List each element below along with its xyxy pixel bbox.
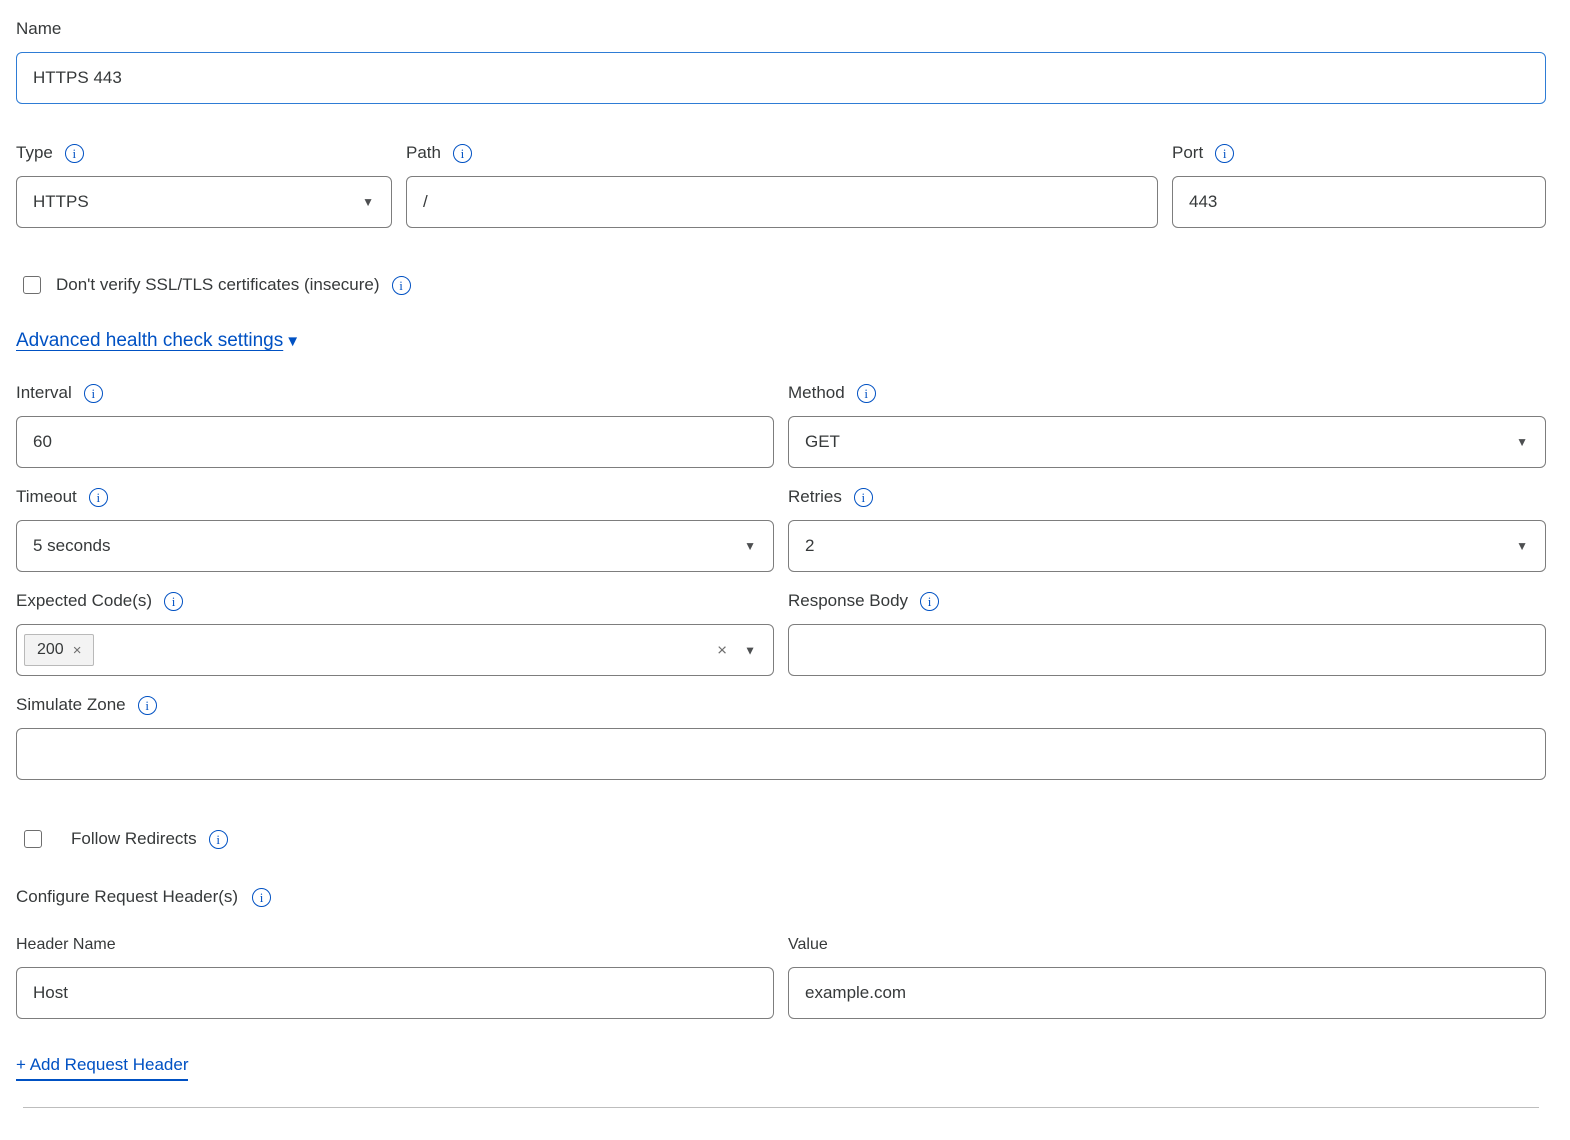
expected-codes-info-icon[interactable]: i	[164, 592, 183, 611]
header-name-label: Header Name	[16, 934, 116, 956]
header-name-input[interactable]	[16, 967, 774, 1019]
health-check-form: Name Type i HTTPS ▼ Path i Port i	[0, 0, 1570, 1140]
response-body-label: Response Body	[788, 590, 908, 612]
type-field: Type i HTTPS ▼	[16, 142, 392, 228]
port-info-icon[interactable]: i	[1215, 144, 1234, 163]
chevron-down-icon: ▼	[1516, 436, 1528, 448]
add-header-row: + Add Request Header	[16, 1055, 1546, 1081]
type-label: Type	[16, 142, 53, 164]
code-tag: 200 ×	[24, 634, 94, 666]
add-request-header-link[interactable]: + Add Request Header	[16, 1055, 188, 1081]
ssl-verify-info-icon[interactable]: i	[392, 276, 411, 295]
timeout-field: Timeout i 5 seconds ▼	[16, 486, 774, 572]
header-value-field: Value	[788, 934, 1546, 1019]
clear-all-icon[interactable]: ×	[717, 642, 727, 659]
path-field: Path i	[406, 142, 1158, 228]
retries-select[interactable]: 2 ▼	[788, 520, 1546, 572]
ssl-verify-label: Don't verify SSL/TLS certificates (insec…	[56, 274, 380, 296]
header-row: Header Name Value	[16, 934, 1546, 1019]
path-input[interactable]	[406, 176, 1158, 228]
method-select-value: GET	[805, 432, 840, 452]
method-info-icon[interactable]: i	[857, 384, 876, 403]
response-body-info-icon[interactable]: i	[920, 592, 939, 611]
path-label: Path	[406, 142, 441, 164]
retries-select-value: 2	[805, 536, 814, 556]
follow-redirects-label: Follow Redirects	[71, 828, 197, 850]
request-headers-title: Configure Request Header(s)	[16, 886, 238, 908]
timeout-retries-row: Timeout i 5 seconds ▼ Retries i 2 ▼	[16, 486, 1546, 572]
interval-input[interactable]	[16, 416, 774, 468]
chevron-down-icon: ▼	[744, 644, 756, 656]
follow-redirects-info-icon[interactable]: i	[209, 830, 228, 849]
method-field: Method i GET ▼	[788, 382, 1546, 468]
request-headers-info-icon[interactable]: i	[252, 888, 271, 907]
header-name-field: Header Name	[16, 934, 774, 1019]
timeout-select[interactable]: 5 seconds ▼	[16, 520, 774, 572]
simulate-zone-field: Simulate Zone i	[16, 694, 1546, 780]
response-body-field: Response Body i	[788, 590, 1546, 676]
port-input[interactable]	[1172, 176, 1546, 228]
interval-info-icon[interactable]: i	[84, 384, 103, 403]
interval-field: Interval i	[16, 382, 774, 468]
request-headers-title-row: Configure Request Header(s) i	[16, 886, 1546, 908]
name-label: Name	[16, 18, 61, 40]
name-input[interactable]	[16, 52, 1546, 104]
expected-codes-label: Expected Code(s)	[16, 590, 152, 612]
retries-label: Retries	[788, 486, 842, 508]
expected-codes-field: Expected Code(s) i 200 × × ▼	[16, 590, 774, 676]
timeout-label: Timeout	[16, 486, 77, 508]
simulate-zone-input[interactable]	[16, 728, 1546, 780]
retries-info-icon[interactable]: i	[854, 488, 873, 507]
header-value-input[interactable]	[788, 967, 1546, 1019]
ssl-verify-checkbox[interactable]	[23, 276, 41, 294]
type-path-port-row: Type i HTTPS ▼ Path i Port i	[16, 142, 1546, 228]
path-info-icon[interactable]: i	[453, 144, 472, 163]
ssl-verify-checkbox-row: Don't verify SSL/TLS certificates (insec…	[23, 274, 1546, 296]
simulate-zone-label: Simulate Zone	[16, 694, 126, 716]
follow-redirects-row: Follow Redirects i	[24, 828, 1546, 850]
chevron-down-icon: ▼	[744, 540, 756, 552]
port-field: Port i	[1172, 142, 1546, 228]
chevron-down-icon: ▼	[362, 196, 374, 208]
follow-redirects-checkbox[interactable]	[24, 830, 42, 848]
chevron-down-icon: ▼	[1516, 540, 1528, 552]
codes-body-row: Expected Code(s) i 200 × × ▼ Response Bo…	[16, 590, 1546, 676]
header-value-label: Value	[788, 934, 828, 956]
type-select[interactable]: HTTPS ▼	[16, 176, 392, 228]
advanced-settings-link[interactable]: Advanced health check settings	[16, 330, 283, 351]
expected-codes-multiselect[interactable]: 200 × × ▼	[16, 624, 774, 676]
advanced-settings-row: Advanced health check settings▼	[16, 330, 1546, 352]
method-select[interactable]: GET ▼	[788, 416, 1546, 468]
timeout-select-value: 5 seconds	[33, 536, 111, 556]
port-label: Port	[1172, 142, 1203, 164]
code-tag-value: 200	[37, 641, 64, 659]
interval-label: Interval	[16, 382, 72, 404]
chevron-down-icon: ▼	[285, 333, 300, 350]
timeout-info-icon[interactable]: i	[89, 488, 108, 507]
section-divider	[23, 1107, 1539, 1108]
interval-method-row: Interval i Method i GET ▼	[16, 382, 1546, 468]
retries-field: Retries i 2 ▼	[788, 486, 1546, 572]
type-info-icon[interactable]: i	[65, 144, 84, 163]
response-body-input[interactable]	[788, 624, 1546, 676]
simulate-zone-info-icon[interactable]: i	[138, 696, 157, 715]
type-select-value: HTTPS	[33, 192, 89, 212]
name-label-row: Name	[16, 18, 1546, 40]
method-label: Method	[788, 382, 845, 404]
tag-remove-icon[interactable]: ×	[73, 643, 82, 658]
